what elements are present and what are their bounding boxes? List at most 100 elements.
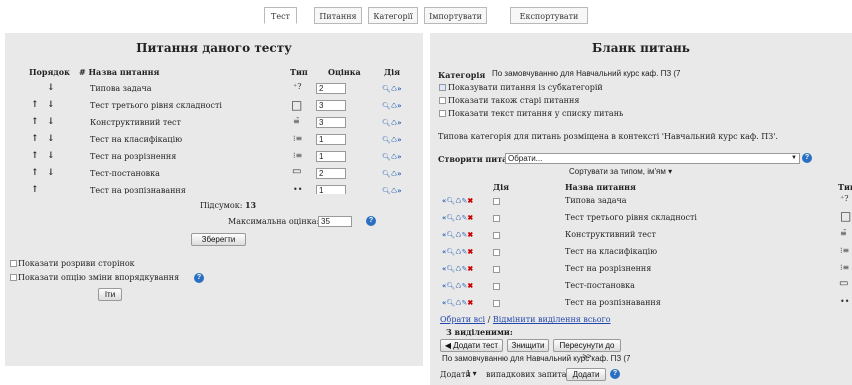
add-to-quiz-button[interactable]: ◀ Додати тест [440, 339, 503, 352]
row-checkbox[interactable] [493, 283, 500, 290]
total-label: Підсумок: 13 [200, 200, 257, 210]
tab-import[interactable]: Імпортувати [424, 7, 487, 24]
question-name: Конструктивний тест [90, 118, 181, 127]
old-questions-checkbox[interactable] [439, 97, 446, 104]
multichoice-icon: •• [840, 297, 850, 306]
grade-input[interactable]: 3 [316, 117, 346, 128]
tab-test[interactable]: Тест [264, 7, 297, 24]
sort-select[interactable]: Сортувати за типом, ім'ям ▾ [567, 167, 692, 178]
quiz-questions-panel: Питання даного тесту Порядок # Назва пит… [5, 33, 423, 196]
move-target-select[interactable]: По замовчуванню для Навчальний курс каф.… [440, 354, 630, 365]
show-breaks-checkbox[interactable] [10, 260, 17, 267]
matching-icon: ⁝≡ [840, 263, 850, 272]
category-label: Категорія [438, 70, 486, 80]
move-down-icon[interactable]: ↓ [47, 151, 55, 161]
essay-icon: □ [840, 209, 852, 223]
col-action: Дія [493, 182, 510, 192]
grade-input[interactable]: 2 [316, 168, 346, 179]
deselect-all-link[interactable]: Відмінити виділення всього [493, 315, 611, 324]
move-up-icon[interactable]: ↑ [31, 151, 39, 161]
help-icon[interactable]: ? [610, 369, 620, 379]
short-answer-icon: ▭ [292, 166, 302, 177]
row-actions[interactable]: 🔍︎♺» [382, 135, 402, 144]
bank-row-actions[interactable]: «🔍︎♺✎✖ [442, 213, 473, 222]
max-grade-input[interactable]: 35 [318, 216, 352, 227]
row-actions[interactable]: 🔍︎♺» [382, 152, 402, 161]
row-actions[interactable]: 🔍︎♺» [382, 169, 402, 178]
help-icon[interactable]: ? [194, 273, 204, 283]
row-checkbox[interactable] [493, 232, 500, 239]
category-select[interactable]: По замовчуванню для Навчальний курс каф.… [490, 69, 680, 80]
show-reorder-checkbox[interactable] [10, 274, 17, 281]
max-grade-label: Максимальна оцінка: [228, 217, 320, 226]
move-down-icon[interactable]: ↓ [47, 83, 55, 93]
tab-questions[interactable]: Питання [314, 7, 362, 24]
help-icon[interactable]: ? [802, 153, 812, 163]
context-note: Типова категорія для питань розміщена в … [438, 132, 778, 141]
multichoice-icon: •• [293, 185, 303, 194]
bank-row-actions[interactable]: «🔍︎♺✎✖ [442, 230, 473, 239]
row-checkbox[interactable] [493, 215, 500, 222]
row-actions[interactable]: 🔍︎♺» [382, 101, 402, 110]
short-answer-icon: ▭ [839, 278, 849, 289]
row-checkbox[interactable] [493, 300, 500, 307]
move-up-icon[interactable]: ↑ [31, 168, 39, 178]
show-breaks-label: Показати розриви сторінок [18, 259, 135, 268]
grade-input[interactable]: 1 [316, 134, 346, 145]
delete-button[interactable]: Знищити [507, 339, 549, 352]
matching-icon: ⁝≡ [293, 134, 303, 143]
row-checkbox[interactable] [493, 249, 500, 256]
tab-export[interactable]: Експортувати [510, 7, 588, 24]
question-text-label: Показати текст питання у списку питань [448, 109, 624, 118]
bank-row-actions[interactable]: «🔍︎♺✎✖ [442, 264, 473, 273]
question-text-checkbox[interactable] [439, 110, 446, 117]
add-random-button[interactable]: Додати [566, 368, 606, 381]
matching-icon: ⁝≡ [840, 246, 850, 255]
move-down-icon[interactable]: ↓ [47, 134, 55, 144]
add-random-suffix: випадкових запитань [486, 370, 577, 379]
create-question-select[interactable]: Обрати... ▼ [505, 153, 800, 164]
move-to-button[interactable]: Пересунути до >> [553, 339, 621, 361]
move-up-icon[interactable]: ↑ [31, 100, 39, 110]
bank-row-actions[interactable]: «🔍︎♺✎✖ [442, 281, 473, 290]
move-down-icon[interactable]: ↓ [47, 100, 55, 110]
grade-input[interactable]: 1 [316, 151, 346, 162]
go-button[interactable]: Іти [98, 288, 122, 301]
col-name: # Назва питання [79, 67, 160, 77]
essay-icon: □ [291, 98, 303, 112]
row-checkbox[interactable] [493, 266, 500, 273]
row-actions[interactable]: 🔍︎♺» [382, 84, 402, 93]
question-bank-title: Бланк питань [592, 41, 690, 55]
question-name: Тест на розрізнення [565, 264, 652, 273]
random-question-icon: ⁺? [840, 194, 849, 203]
bank-row-actions[interactable]: «🔍︎♺✎✖ [442, 247, 473, 256]
tab-categories[interactable]: Категорії [368, 7, 418, 24]
help-icon[interactable]: ? [366, 216, 376, 226]
random-question-icon: ⁺? [293, 82, 302, 91]
col-grade: Оцінка [328, 67, 361, 77]
subcategories-checkbox[interactable] [439, 84, 446, 91]
move-down-icon[interactable]: ↓ [47, 117, 55, 127]
bank-row-actions[interactable]: «🔍︎♺✎✖ [442, 196, 473, 205]
move-up-icon[interactable]: ↑ [31, 134, 39, 144]
grade-input[interactable]: 3 [316, 100, 346, 111]
old-questions-label: Показати також старі питання [448, 96, 580, 105]
random-count-select[interactable]: 1 ▾ [464, 369, 482, 380]
move-down-icon[interactable]: ↓ [47, 168, 55, 178]
quiz-questions-title: Питання даного тесту [136, 41, 292, 55]
col-type: Тип [838, 182, 852, 192]
question-bank-panel: Бланк питань Категорія По замовчуванню д… [430, 33, 852, 385]
calculated-icon: ≡̄ [293, 117, 300, 126]
grade-input[interactable]: 2 [316, 83, 346, 94]
row-actions[interactable]: 🔍︎♺» [382, 118, 402, 127]
row-checkbox[interactable] [493, 198, 500, 205]
select-all-link[interactable]: Обрати всі [440, 315, 485, 324]
save-button[interactable]: Зберегти [191, 233, 246, 246]
question-name: Типова задача [565, 196, 627, 205]
bank-row-actions[interactable]: «🔍︎♺✎✖ [442, 298, 473, 307]
subcategories-label: Показувати питання із субкатегорій [448, 83, 603, 92]
question-name: Тест на класифікацію [565, 247, 658, 256]
show-reorder-label: Показати опцію зміни впорядкування [18, 273, 180, 282]
calculated-icon: ≡̄ [840, 229, 847, 238]
move-up-icon[interactable]: ↑ [31, 117, 39, 127]
